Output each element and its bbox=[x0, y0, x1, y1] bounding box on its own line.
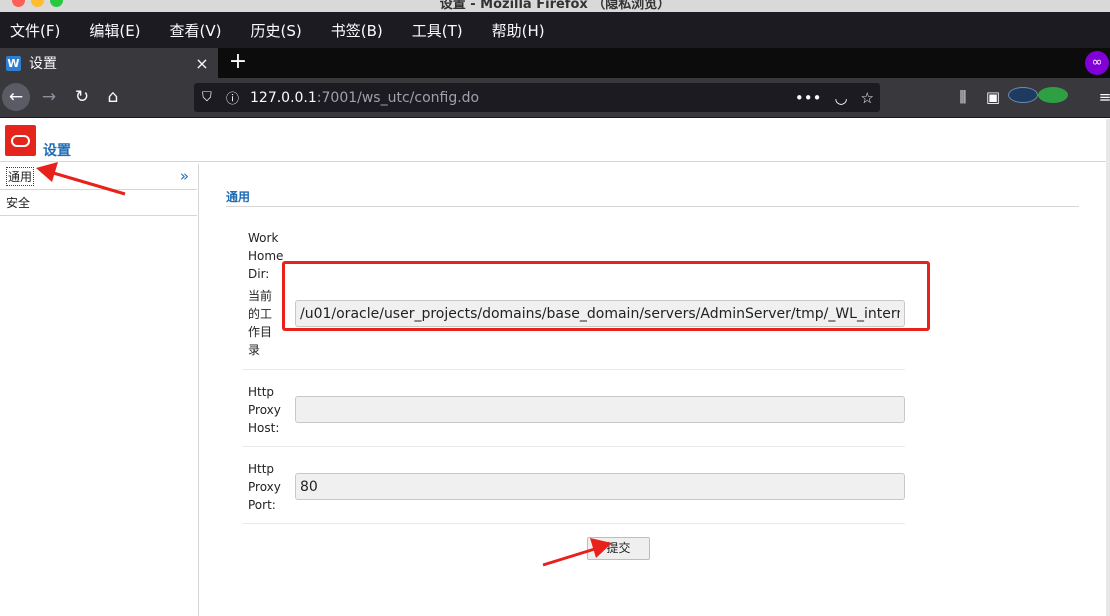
annotation-arrow-submit bbox=[542, 538, 612, 567]
annotation-arrow-sidebar bbox=[36, 162, 126, 196]
annotation-arrows bbox=[36, 162, 612, 567]
